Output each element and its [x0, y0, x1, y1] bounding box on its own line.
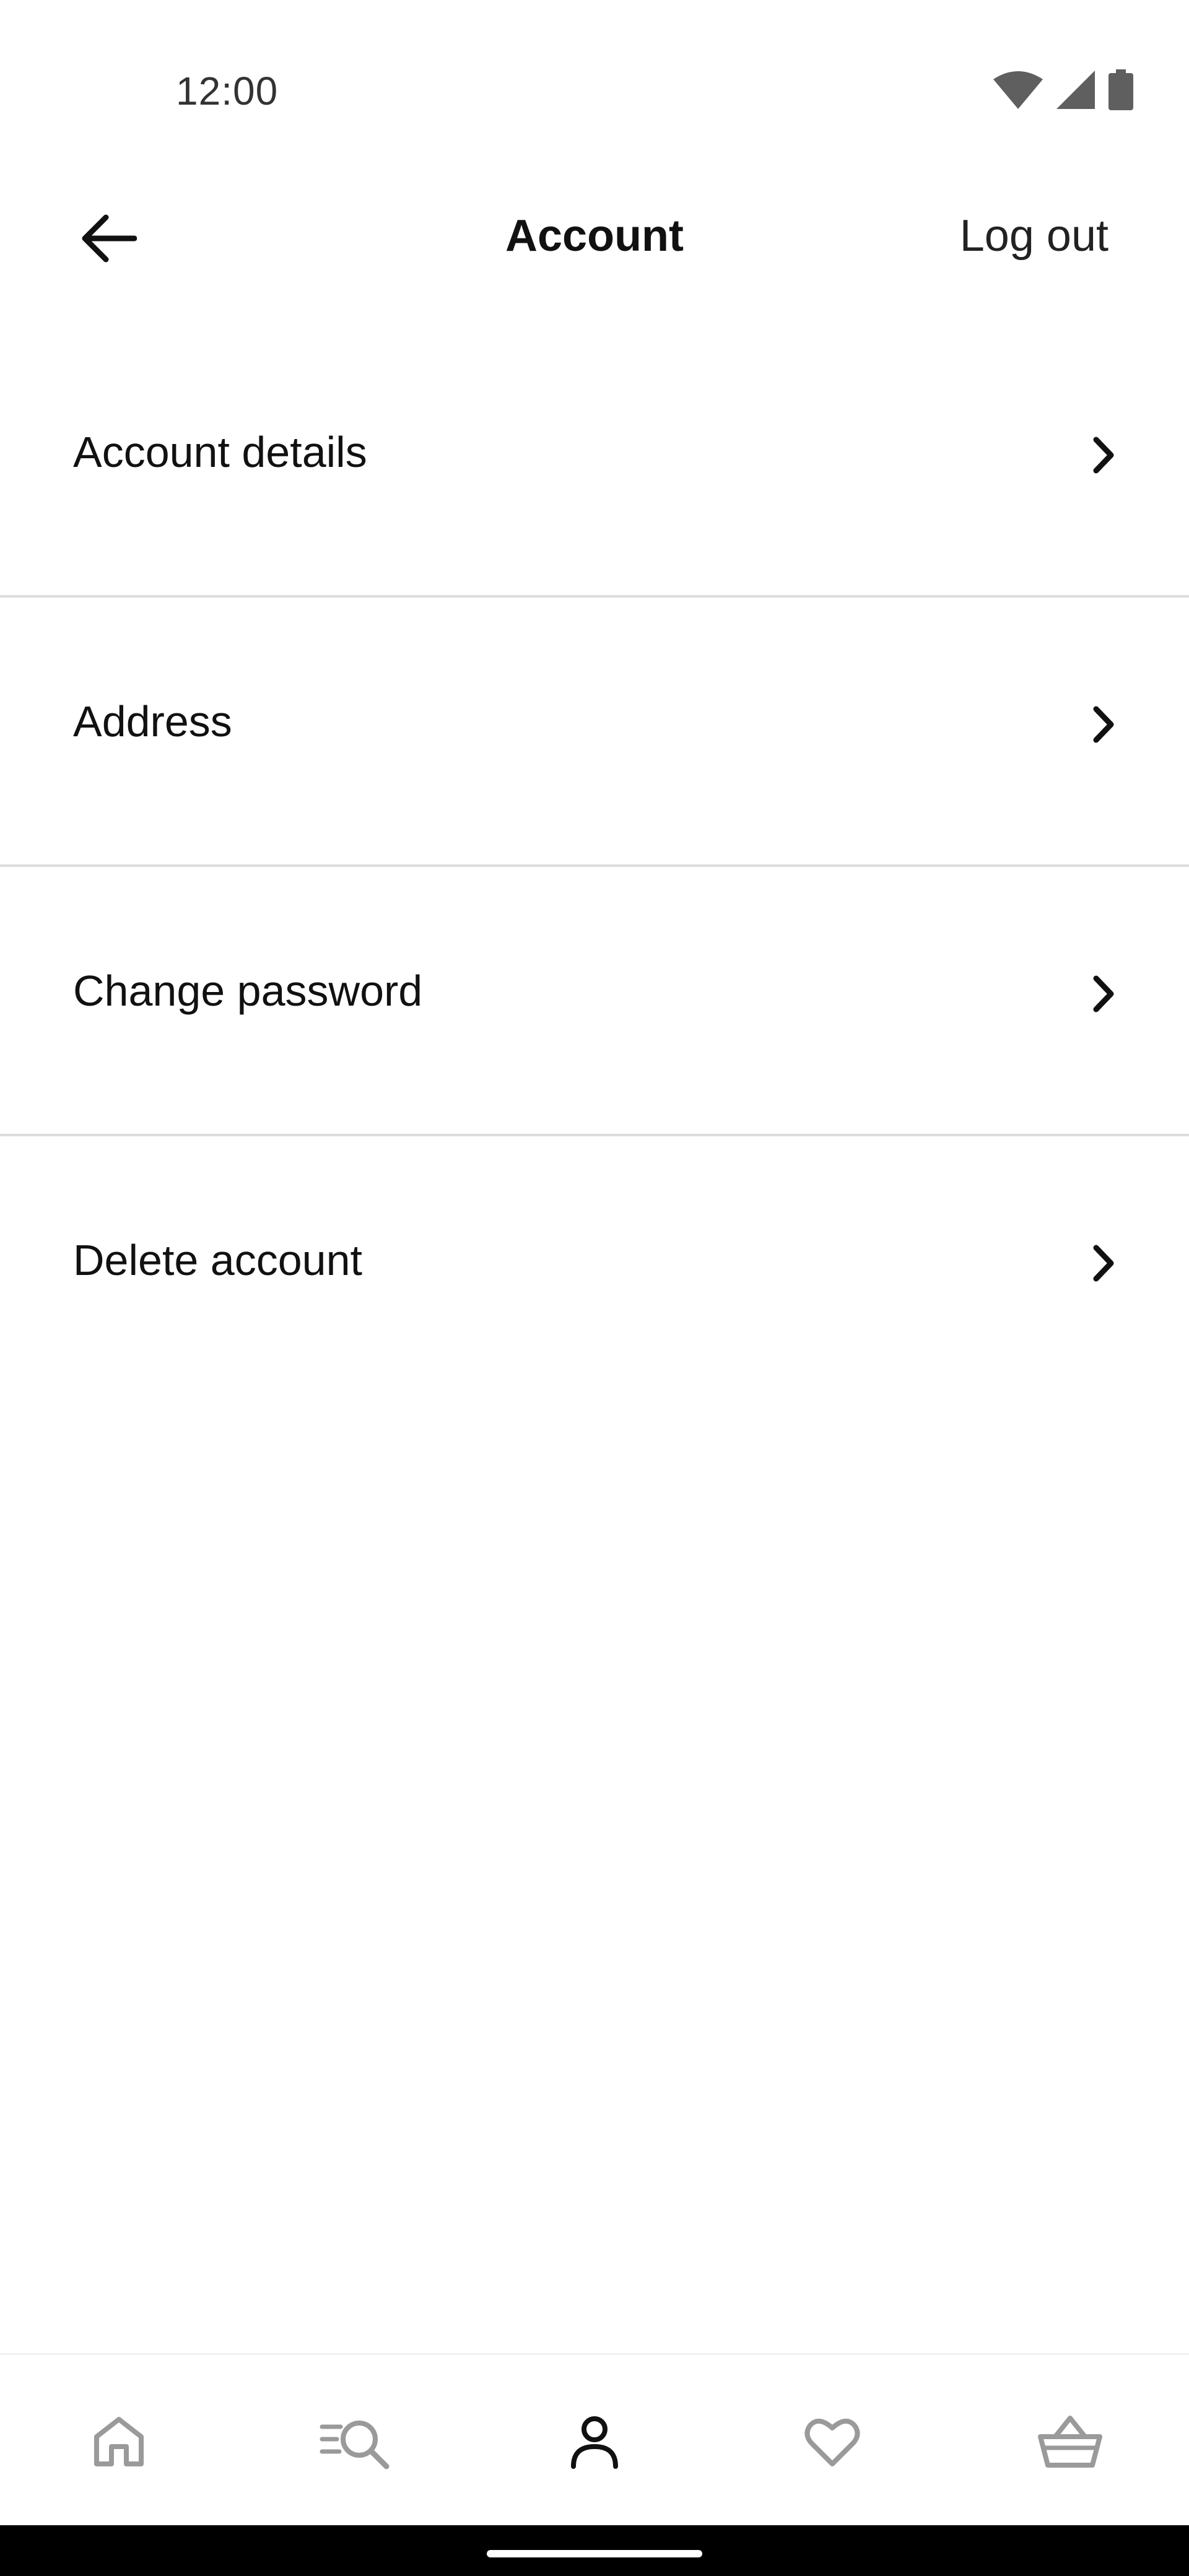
chevron-right-icon [1093, 437, 1114, 474]
home-icon [94, 2417, 144, 2466]
account-screen: 12:00 Account Log out Account details Ad… [0, 0, 1189, 2576]
basket-icon [1038, 2416, 1102, 2468]
menu-item-label: Delete account [73, 1236, 362, 1284]
menu-item-address[interactable]: Address [0, 598, 1189, 867]
wifi-icon [993, 71, 1043, 109]
system-gesture-bar [0, 2525, 1189, 2576]
home-gesture-handle[interactable] [487, 2550, 702, 2557]
menu-item-change-password[interactable]: Change password [0, 867, 1189, 1136]
status-bar: 12:00 [0, 0, 1189, 142]
chevron-right-icon [1093, 975, 1114, 1012]
nav-profile-button[interactable] [545, 2392, 644, 2491]
menu-item-label: Address [73, 697, 232, 746]
account-menu-list: Account details Address Change password … [0, 328, 1189, 1406]
status-icons [993, 69, 1133, 110]
battery-icon [1108, 69, 1133, 110]
nav-favourites-button[interactable] [783, 2392, 882, 2491]
heart-icon [804, 2419, 860, 2466]
top-app-bar: Account Log out [0, 142, 1189, 328]
status-time: 12:00 [176, 69, 279, 113]
menu-item-delete-account[interactable]: Delete account [0, 1136, 1189, 1406]
nav-basket-button[interactable] [1021, 2392, 1120, 2491]
nav-search-button[interactable] [307, 2392, 406, 2491]
profile-icon [571, 2416, 618, 2469]
nav-home-button[interactable] [69, 2392, 168, 2491]
arrow-left-icon [82, 214, 137, 263]
back-button[interactable] [68, 198, 149, 279]
chevron-right-icon [1093, 1245, 1114, 1282]
search-icon [320, 2421, 390, 2469]
signal-icon [1056, 71, 1095, 109]
menu-item-label: Account details [73, 428, 367, 476]
logout-button[interactable]: Log out [960, 211, 1108, 261]
chevron-right-icon [1093, 706, 1114, 743]
menu-item-label: Change password [73, 967, 423, 1015]
bottom-navigation [0, 2353, 1189, 2525]
menu-item-account-details[interactable]: Account details [0, 328, 1189, 598]
